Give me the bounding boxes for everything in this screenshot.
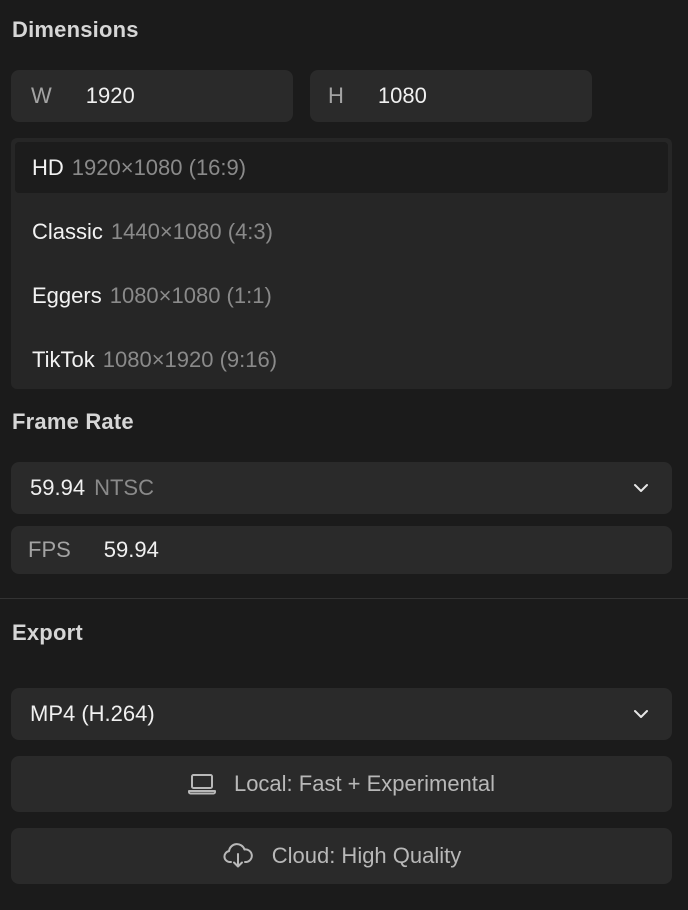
preset-name: Classic xyxy=(32,218,103,244)
width-value[interactable]: 1920 xyxy=(86,83,135,109)
cloud-download-icon xyxy=(223,843,253,868)
local-export-label: Local: Fast + Experimental xyxy=(233,771,496,796)
dimensions-title: Dimensions xyxy=(12,17,139,42)
section-divider xyxy=(0,598,688,599)
preset-spec: 1920×1080 (16:9) xyxy=(71,154,247,180)
export-settings-panel: Dimensions W 1920 H 1080 HD 1920×1080 (1… xyxy=(0,0,688,910)
fps-value[interactable]: 59.94 xyxy=(104,537,159,563)
preset-name: HD xyxy=(32,154,64,180)
preset-spec: 1440×1080 (4:3) xyxy=(110,218,273,244)
frame-rate-suffix: NTSC xyxy=(94,475,154,500)
export-format-value: MP4 (H.264) xyxy=(30,701,155,726)
fps-label: FPS xyxy=(28,537,71,562)
preset-spec: 1080×1080 (1:1) xyxy=(109,282,272,308)
chevron-down-icon xyxy=(634,710,648,718)
frame-rate-select[interactable]: 59.94 NTSC xyxy=(11,462,672,514)
export-format-select[interactable]: MP4 (H.264) xyxy=(11,688,672,740)
laptop-icon xyxy=(187,774,216,795)
preset-item-classic[interactable]: Classic 1440×1080 (4:3) xyxy=(15,206,668,257)
preset-name: Eggers xyxy=(32,282,102,308)
chevron-down-icon xyxy=(634,484,648,492)
preset-item-hd[interactable]: HD 1920×1080 (16:9) xyxy=(15,142,668,193)
local-export-button[interactable]: Local: Fast + Experimental xyxy=(11,756,672,812)
cloud-export-label: Cloud: High Quality xyxy=(271,843,462,868)
fps-field[interactable]: FPS 59.94 xyxy=(11,526,672,574)
height-value[interactable]: 1080 xyxy=(378,83,427,109)
dimension-presets-list: HD 1920×1080 (16:9) Classic 1440×1080 (4… xyxy=(11,138,672,389)
preset-spec: 1080×1920 (9:16) xyxy=(102,346,278,372)
height-field[interactable]: H 1080 xyxy=(310,70,592,122)
width-label: W xyxy=(31,83,52,108)
height-label: H xyxy=(328,83,344,108)
preset-name: TikTok xyxy=(32,346,95,372)
cloud-export-button[interactable]: Cloud: High Quality xyxy=(11,828,672,884)
frame-rate-value: 59.94 xyxy=(30,475,86,500)
preset-item-eggers[interactable]: Eggers 1080×1080 (1:1) xyxy=(15,270,668,321)
export-title: Export xyxy=(12,620,83,645)
frame-rate-title: Frame Rate xyxy=(12,409,134,434)
width-field[interactable]: W 1920 xyxy=(11,70,293,122)
preset-item-tiktok[interactable]: TikTok 1080×1920 (9:16) xyxy=(15,334,668,385)
